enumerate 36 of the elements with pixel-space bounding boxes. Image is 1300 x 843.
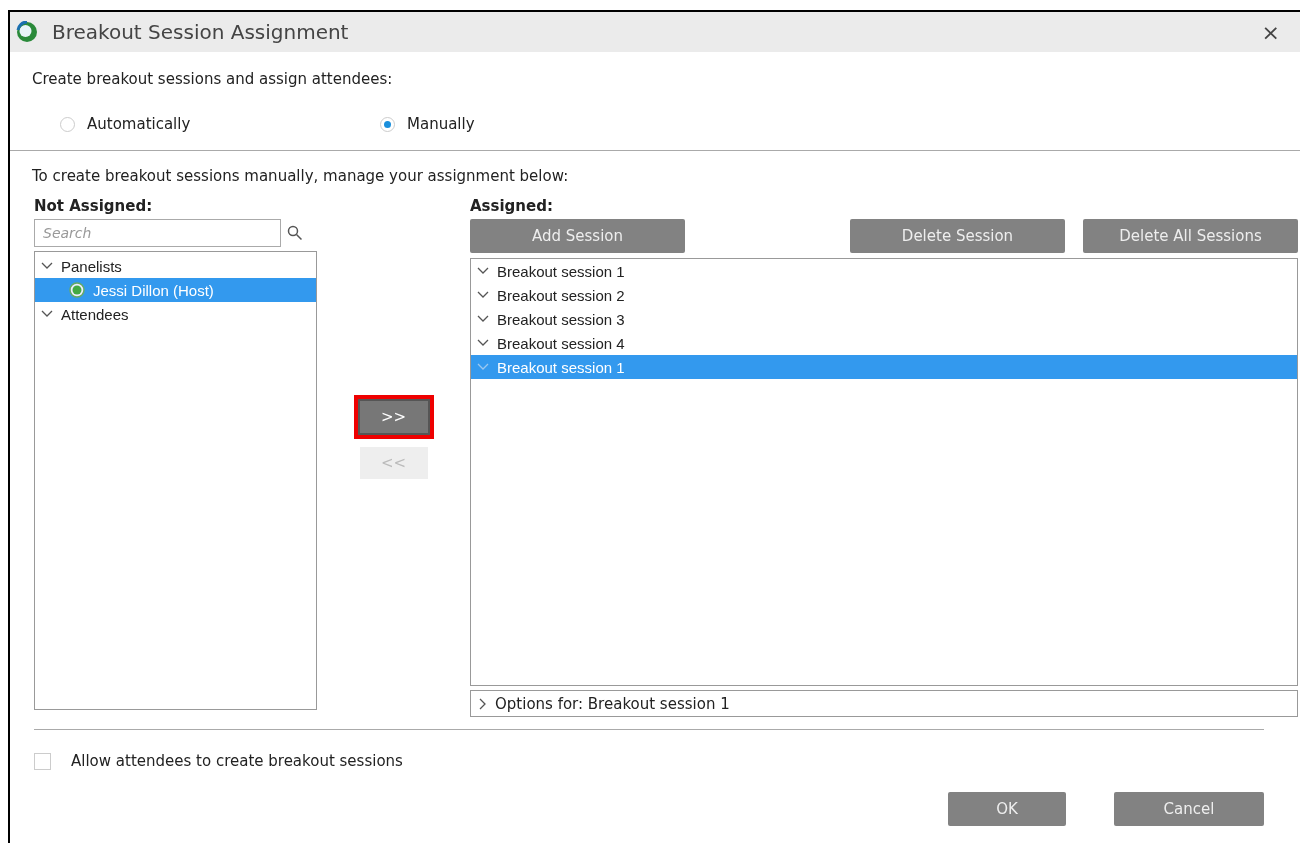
search-field[interactable]: Search [34, 219, 281, 247]
tree-item[interactable]: Breakout session 1 [471, 355, 1297, 379]
presence-icon [69, 282, 85, 298]
tree-item[interactable]: Panelists [35, 254, 316, 278]
tree-item[interactable]: Breakout session 2 [471, 283, 1297, 307]
instruction-text: To create breakout sessions manually, manage your assignment below: [32, 167, 570, 185]
chevron-right-icon[interactable] [479, 697, 487, 710]
chevron-down-icon[interactable] [477, 339, 489, 347]
delete-button[interactable]: Delete All Sessions [1083, 219, 1298, 253]
cancel-button[interactable]: Cancel [1114, 792, 1264, 826]
section-heading: Not Assigned: [34, 197, 154, 217]
options-bar[interactable]: Options for: Breakout session 1 [470, 690, 1298, 717]
section-heading: Assigned: [470, 197, 554, 217]
tree-item[interactable]: Breakout session 4 [471, 331, 1297, 355]
window-title: Breakout Session Assignment [52, 20, 350, 44]
tree-item[interactable]: Breakout session 3 [471, 307, 1297, 331]
tree-item[interactable]: Attendees [35, 302, 316, 326]
chevron-down-icon[interactable] [41, 262, 53, 270]
options-label: Options for: Breakout session 1 [495, 694, 730, 713]
chevron-down-icon[interactable] [41, 310, 53, 318]
radio-label: Manually [407, 115, 475, 133]
radio-label: Automatically [87, 115, 191, 133]
chevron-down-icon[interactable] [477, 267, 489, 275]
delete-button[interactable]: Delete Session [850, 219, 1065, 253]
close-button[interactable]: × [1259, 19, 1282, 45]
ok-button[interactable]: OK [948, 792, 1066, 826]
search-icon[interactable] [287, 225, 303, 241]
intro-text: Create breakout sessions and assign attendees: [32, 70, 394, 88]
add-session-button[interactable]: Add Session [470, 219, 685, 253]
checkbox[interactable] [34, 752, 51, 770]
app-logo-icon [16, 21, 38, 43]
chevron-down-icon[interactable] [477, 315, 489, 323]
chevron-down-icon[interactable] [477, 291, 489, 299]
checkbox-label: Allow attendees to create breakout sessions [71, 752, 403, 770]
tree-item[interactable]: Jessi Dillon (Host) [35, 278, 316, 302]
tree-item[interactable]: Breakout session 1 [471, 259, 1297, 283]
